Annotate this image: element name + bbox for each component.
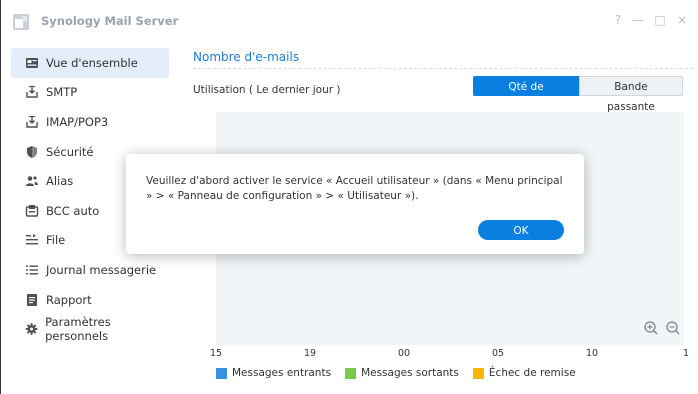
help-icon[interactable]: ? <box>611 13 625 27</box>
chart-legend: Messages entrants Messages sortants Échec … <box>216 367 590 379</box>
legend-label: Échec de remise <box>488 367 576 379</box>
mail-server-window: Synology Mail Server ? — □ × Vue d'ensem… <box>0 0 698 394</box>
x-tick-label: 00 <box>397 348 411 359</box>
legend-item[interactable]: Échec de remise <box>472 367 576 379</box>
window-title: Synology Mail Server <box>41 14 179 28</box>
legend-item[interactable]: Messages sortants <box>345 367 459 379</box>
legend-swatch <box>472 367 484 379</box>
log-list-icon <box>26 265 38 275</box>
overview-icon <box>26 57 38 68</box>
ok-button[interactable]: OK <box>478 220 564 240</box>
queue-list-icon <box>26 234 38 245</box>
users-icon <box>26 176 38 187</box>
section-title: Nombre d'e-mails <box>193 50 300 64</box>
sidebar-item-overview[interactable]: Vue d'ensemble <box>11 48 169 78</box>
sidebar-item-label: Sécurité <box>46 144 94 159</box>
minimize-icon[interactable]: — <box>631 13 645 27</box>
sidebar-item-label: File <box>46 233 66 248</box>
shield-icon <box>27 145 37 158</box>
sidebar-item-personal-settings[interactable]: Paramètres personnels <box>11 314 169 344</box>
legend-swatch <box>345 367 357 379</box>
bandwidth-toggle-button[interactable]: Bande passante <box>579 76 683 113</box>
bcc-icon <box>25 204 39 217</box>
sidebar-item-smtp[interactable]: SMTP <box>11 78 169 108</box>
legend-swatch <box>216 367 227 379</box>
maximize-icon[interactable]: □ <box>653 13 667 27</box>
alert-dialog: Veuillez d'abord activer le service « Ac… <box>126 154 584 254</box>
sidebar-item-label: Paramètres personnels <box>45 315 111 344</box>
dialog-message: Veuillez d'abord activer le service « Ac… <box>146 175 563 202</box>
inbox-tray-icon <box>26 115 38 128</box>
zoom-out-icon[interactable] <box>665 320 681 336</box>
inbox-tray-icon <box>26 86 38 99</box>
message-count-toggle-button[interactable]: Qté de messages <box>473 76 579 113</box>
usage-period-label: Utilisation ( Le dernier jour ) <box>193 84 341 96</box>
sidebar-item-label: Vue d'ensemble <box>46 55 138 70</box>
sidebar-item-mail-log[interactable]: Journal messagerie <box>11 255 169 285</box>
x-tick-label: 05 <box>491 348 505 359</box>
legend-label: Messages sortants <box>361 367 459 379</box>
legend-item[interactable]: Messages entrants <box>216 367 331 379</box>
x-tick-label: 15 <box>209 348 223 359</box>
sidebar-item-label: Journal messagerie <box>46 262 157 277</box>
report-icon <box>27 293 37 306</box>
section-divider <box>193 68 693 69</box>
x-tick-label: 1 <box>682 348 690 359</box>
x-tick-label: 19 <box>303 348 317 359</box>
x-tick-label: 10 <box>585 348 599 359</box>
zoom-in-icon[interactable] <box>643 320 659 336</box>
sidebar-item-imap-pop3[interactable]: IMAP/POP3 <box>11 107 169 137</box>
title-bar[interactable]: Synology Mail Server ? — □ × <box>1 0 698 42</box>
sidebar-item-report[interactable]: Rapport <box>11 285 169 315</box>
x-axis-ticks: 15 19 00 05 10 1 <box>210 348 690 362</box>
legend-label: Messages entrants <box>232 367 332 379</box>
gear-icon <box>25 323 38 335</box>
close-icon[interactable]: × <box>675 13 689 27</box>
sidebar-item-label: Alias <box>46 174 74 189</box>
sidebar-item-label: SMTP <box>46 85 78 100</box>
sidebar-item-label: IMAP/POP3 <box>46 114 109 129</box>
app-logo-icon <box>13 14 29 30</box>
sidebar-item-label: Rapport <box>46 292 92 307</box>
metric-toggle: Qté de messages Bande passante <box>473 76 683 113</box>
sidebar-item-label: BCC auto <box>46 203 100 218</box>
